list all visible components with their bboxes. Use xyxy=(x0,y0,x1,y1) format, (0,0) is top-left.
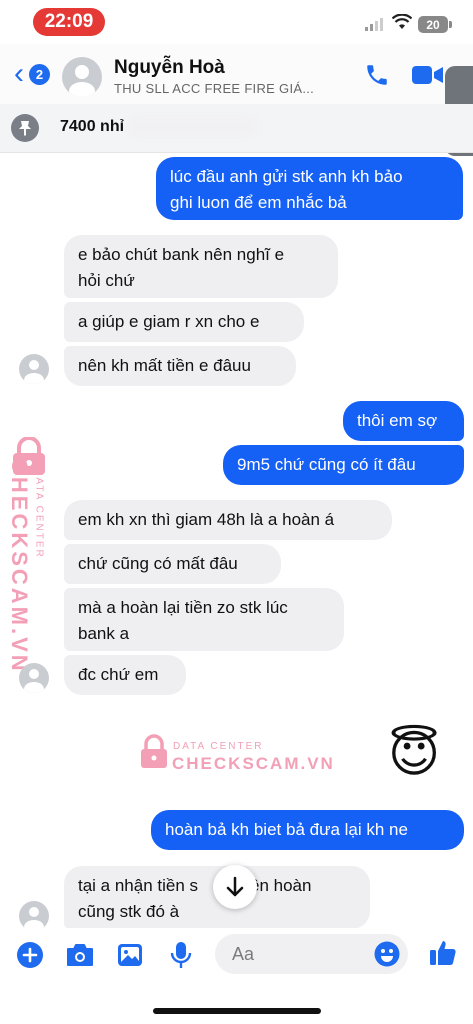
avatar[interactable] xyxy=(19,663,49,693)
gallery-icon[interactable] xyxy=(117,943,143,972)
message-input-placeholder: Aa xyxy=(232,944,255,964)
back-chevron-icon[interactable]: ‹ xyxy=(14,59,24,89)
message-bubble[interactable]: e bảo chút bank nên nghĩ e hỏi chứ xyxy=(64,235,338,298)
mic-icon[interactable] xyxy=(170,941,192,974)
pinned-message-text: 7400 nhỉ xyxy=(60,118,125,135)
arrow-down-icon xyxy=(226,876,244,897)
battery-indicator: 20 xyxy=(418,16,452,33)
message-bubble[interactable]: a giúp e giam r xn cho e xyxy=(64,302,304,342)
contact-name[interactable]: Nguyễn Hoà xyxy=(114,57,225,79)
message-bubble[interactable]: chứ cũng có mất đâu xyxy=(64,544,281,584)
phone-icon[interactable] xyxy=(364,62,390,93)
watermark-side-brand: CHECKSCAM.VN xyxy=(7,458,32,674)
pin-icon xyxy=(11,114,39,142)
message-bubble[interactable]: thôi em sợ xyxy=(343,401,464,441)
message-bubble[interactable]: em kh xn thì giam 48h là a hoàn á xyxy=(64,500,392,540)
plus-icon[interactable] xyxy=(17,942,43,973)
video-icon[interactable] xyxy=(412,64,444,91)
contact-subtitle: THU SLL ACC FREE FIRE GIÁ... xyxy=(114,81,315,96)
watermark-center-label: DATA CENTER xyxy=(173,741,264,752)
scroll-down-button[interactable] xyxy=(213,865,257,909)
emoji-reaction[interactable]: 😇 xyxy=(388,725,440,783)
signal-icon xyxy=(365,17,387,36)
home-indicator xyxy=(153,1008,321,1014)
emoji-icon[interactable] xyxy=(374,941,400,972)
wifi-icon xyxy=(391,13,413,35)
unread-badge[interactable]: 2 xyxy=(29,64,50,85)
message-bubble[interactable]: hoàn bả kh biet bả đưa lại kh ne xyxy=(151,810,464,850)
lock-icon xyxy=(138,734,170,775)
message-bubble[interactable]: mà a hoàn lại tiền zo stk lúc bank a xyxy=(64,588,344,651)
status-time: 22:09 xyxy=(33,8,105,36)
watermark-center-brand: CHECKSCAM.VN xyxy=(172,754,335,773)
message-bubble[interactable]: nên kh mất tiền e đâuu xyxy=(64,346,296,386)
like-icon[interactable] xyxy=(428,938,458,973)
message-bubble[interactable]: đc chứ em xyxy=(64,655,186,695)
avatar[interactable] xyxy=(19,901,49,931)
blurred-area xyxy=(128,117,258,137)
avatar[interactable] xyxy=(19,354,49,384)
camera-icon[interactable] xyxy=(66,943,94,972)
watermark-side-label: DATA CENTER xyxy=(33,468,45,559)
message-bubble[interactable]: 9m5 chứ cũng có ít đâu xyxy=(223,445,464,485)
avatar[interactable] xyxy=(62,57,102,97)
message-bubble[interactable]: lúc đầu anh gửi stk anh kh bảo ghi luon … xyxy=(156,157,463,220)
